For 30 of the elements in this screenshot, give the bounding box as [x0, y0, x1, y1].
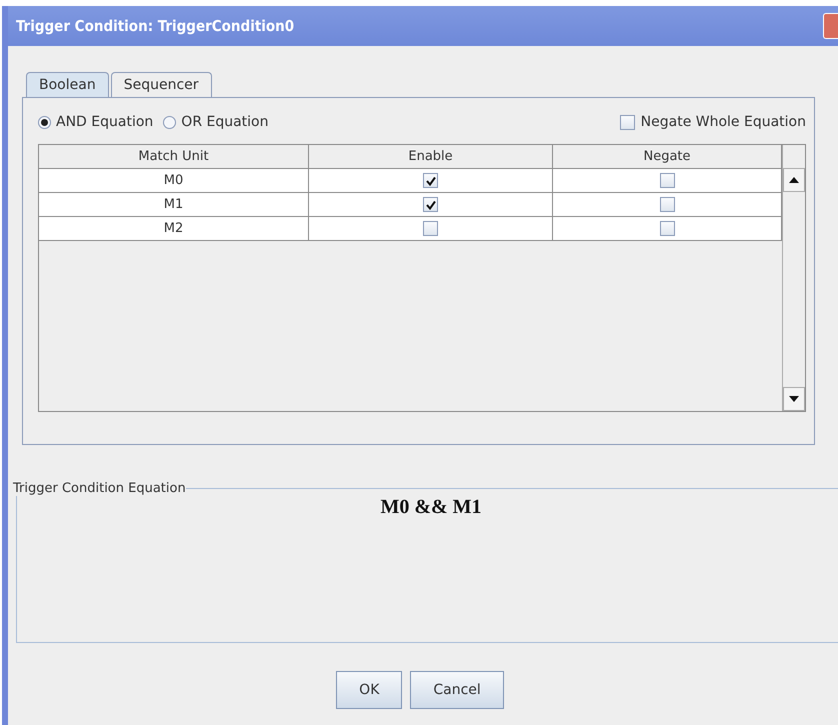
- tab[interactable]: Sequencer: [110, 72, 212, 97]
- checkbox[interactable]: [620, 114, 635, 130]
- scroll-up-button[interactable]: [783, 168, 805, 192]
- window-title: Trigger Condition: TriggerCondition0: [16, 17, 294, 35]
- checkbox[interactable]: [423, 197, 438, 212]
- table-cell: M0: [39, 169, 309, 192]
- checkbox[interactable]: [660, 221, 674, 236]
- checkbox[interactable]: [660, 173, 674, 188]
- dialog-button[interactable]: Cancel: [410, 671, 504, 709]
- column-header: Enable: [309, 145, 553, 168]
- checkbox[interactable]: [660, 197, 674, 212]
- panel-title: Trigger Condition Equation: [13, 481, 186, 496]
- checkbox-label: Negate Whole Equation: [640, 114, 806, 130]
- up-arrow-icon: [789, 177, 799, 183]
- radio-label: OR Equation: [181, 114, 268, 130]
- tab[interactable]: Boolean: [26, 72, 109, 97]
- radio-label: AND Equation: [56, 114, 154, 130]
- radio-button[interactable]: [38, 116, 51, 128]
- scroll-down-button[interactable]: [783, 387, 805, 411]
- down-arrow-icon: [789, 396, 799, 402]
- close-button[interactable]: [823, 13, 838, 39]
- dialog-button[interactable]: OK: [336, 671, 402, 709]
- checkbox[interactable]: [423, 173, 438, 188]
- checkbox[interactable]: [423, 221, 438, 236]
- equation-text: M0 && M1: [380, 496, 482, 519]
- table-cell: M2: [39, 217, 309, 240]
- radio-button[interactable]: [163, 116, 176, 128]
- column-header: Negate: [553, 145, 782, 168]
- column-header: Match Unit: [39, 145, 309, 168]
- table-cell: M1: [39, 193, 309, 216]
